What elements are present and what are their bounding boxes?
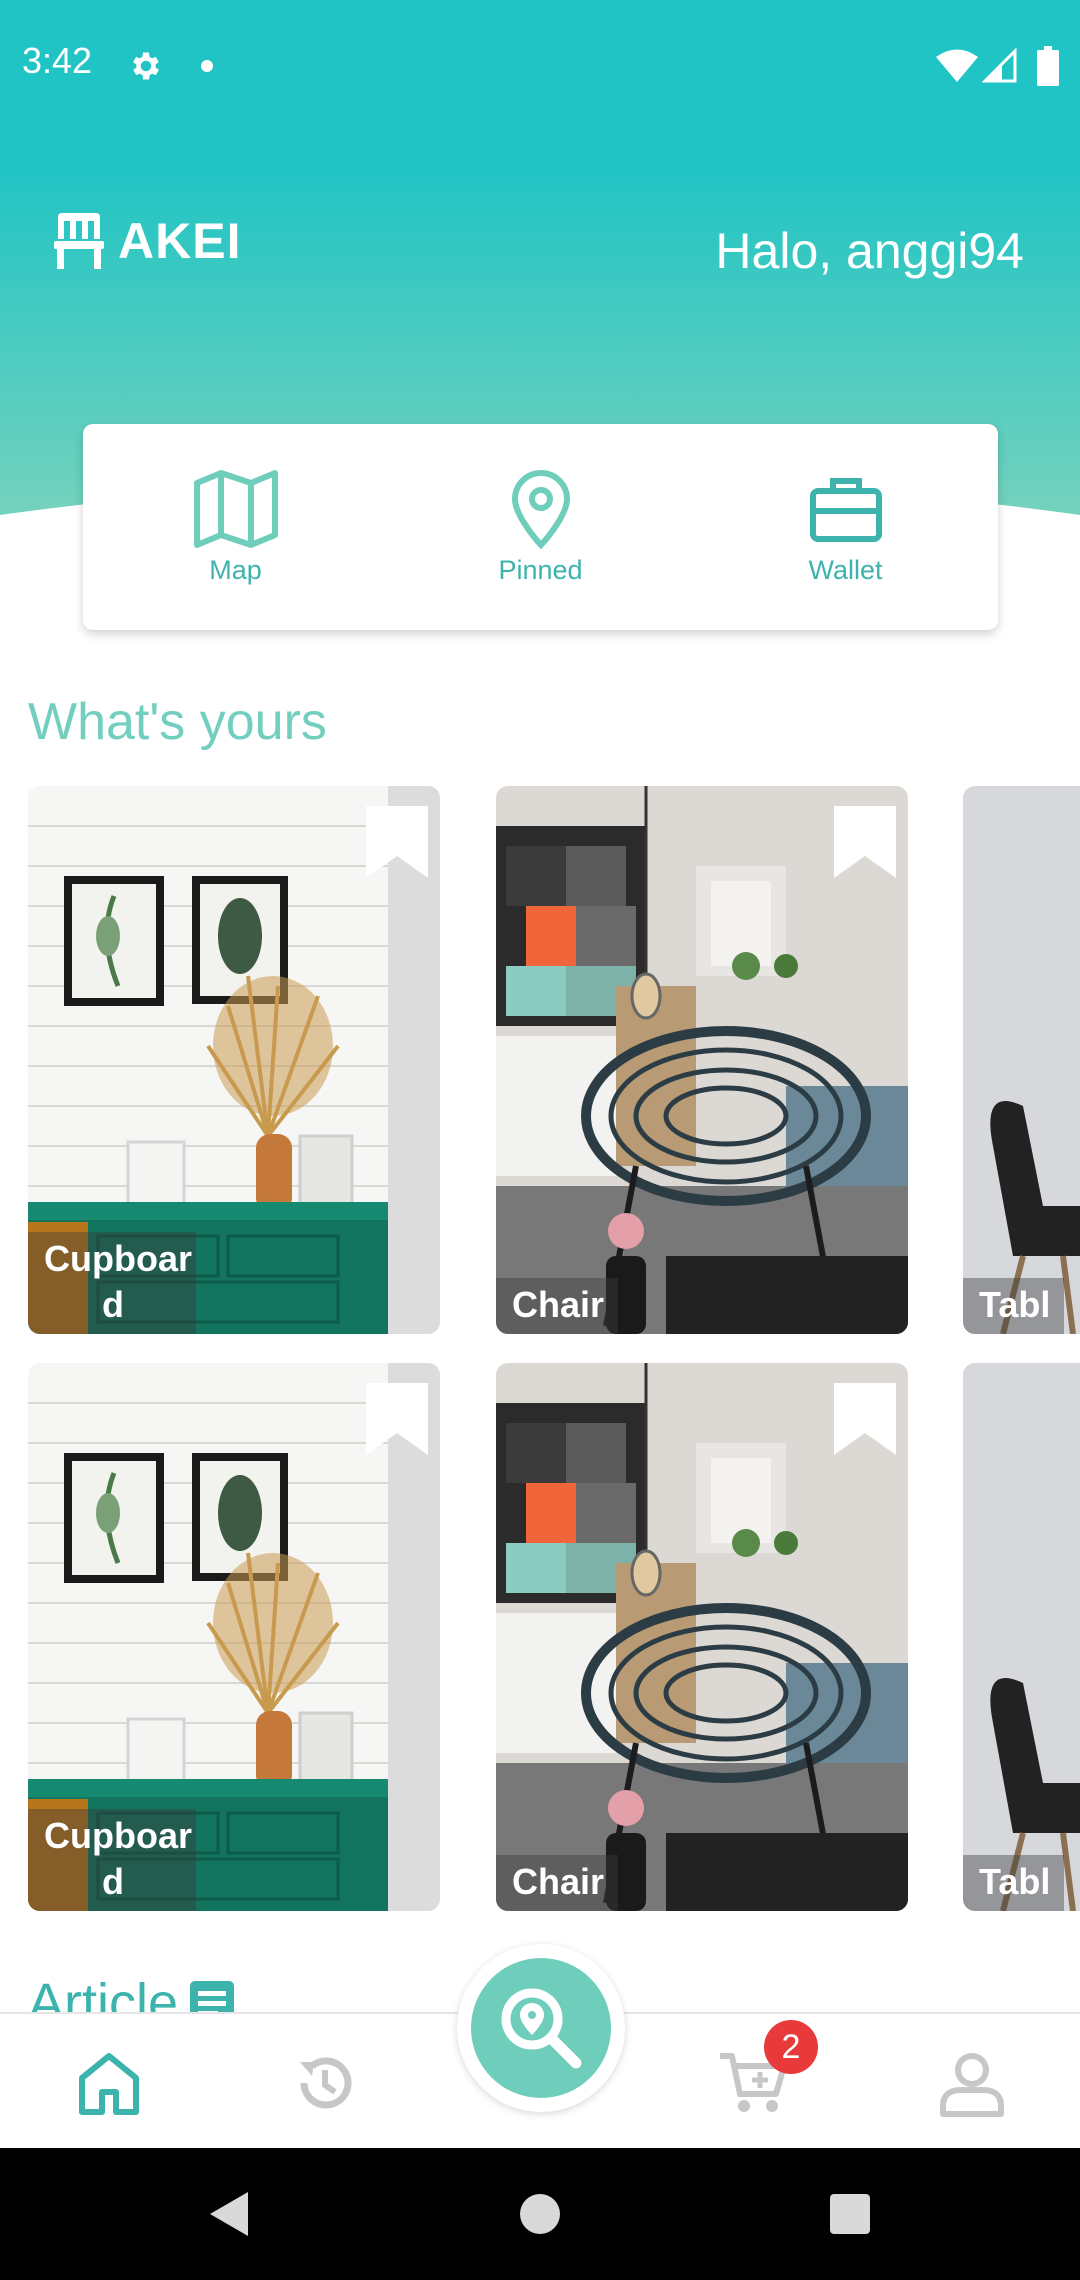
map-label: Map (209, 554, 262, 585)
bookmark-icon[interactable] (366, 1383, 428, 1455)
history-icon[interactable] (290, 2048, 360, 2118)
cart-badge: 2 (764, 2020, 818, 2074)
wallet-label: Wallet (808, 554, 883, 585)
card-label: Chair (496, 1278, 619, 1334)
card-label: Chair (496, 1855, 619, 1911)
recents-button[interactable] (830, 2194, 870, 2234)
card-label: Cupboar d (28, 1809, 196, 1911)
status-time: 3:42 (22, 40, 93, 81)
bookmark-icon[interactable] (834, 1383, 896, 1455)
greeting-text: Halo, anggi94 (715, 223, 1024, 279)
bookmark-icon[interactable] (834, 806, 896, 878)
bookmark-icon[interactable] (366, 806, 428, 878)
product-card-chair[interactable]: Chair (496, 786, 908, 1334)
system-navigation-bar (0, 2148, 1080, 2280)
notification-dot-icon (201, 60, 213, 72)
briefcase-icon (809, 477, 882, 542)
wallet-button[interactable]: Wallet (693, 424, 998, 630)
map-button[interactable]: Map (83, 424, 388, 630)
back-icon[interactable] (204, 2188, 254, 2240)
search-location-button[interactable] (471, 1958, 611, 2098)
signal-icon (982, 48, 1017, 83)
table-photo (963, 1363, 1080, 1911)
table-photo (963, 786, 1080, 1334)
product-card-cupboard[interactable]: Cupboar d (28, 786, 440, 1334)
product-card-table[interactable]: Tabl (963, 1363, 1080, 1911)
map-icon (193, 469, 278, 548)
section-title: What's yours (28, 693, 327, 751)
settings-gear-icon (133, 52, 159, 80)
battery-icon (1037, 46, 1059, 86)
product-card-cupboard[interactable]: Cupboar d (28, 1363, 440, 1911)
search-location-icon (501, 1988, 582, 2069)
card-label: Tabl (963, 1855, 1065, 1911)
quick-menu-card: Map Pinned Wallet (83, 424, 998, 630)
product-card-chair[interactable]: Chair (496, 1363, 908, 1911)
home-icon[interactable] (74, 2048, 144, 2118)
product-card-table[interactable]: Tabl (963, 786, 1080, 1334)
chair-logo-icon (54, 213, 104, 269)
wifi-icon (936, 49, 978, 82)
profile-icon[interactable] (937, 2048, 1007, 2118)
status-bar: 3:42 (0, 0, 1080, 170)
card-label: Tabl (963, 1278, 1065, 1334)
pinned-button[interactable]: Pinned (388, 424, 693, 630)
pinned-label: Pinned (498, 554, 583, 585)
brand-name: AKEI (118, 213, 242, 269)
brand-logo: AKEI (54, 212, 241, 270)
pin-icon (511, 469, 570, 549)
card-label: Cupboar d (28, 1232, 196, 1334)
home-button[interactable] (520, 2194, 560, 2234)
